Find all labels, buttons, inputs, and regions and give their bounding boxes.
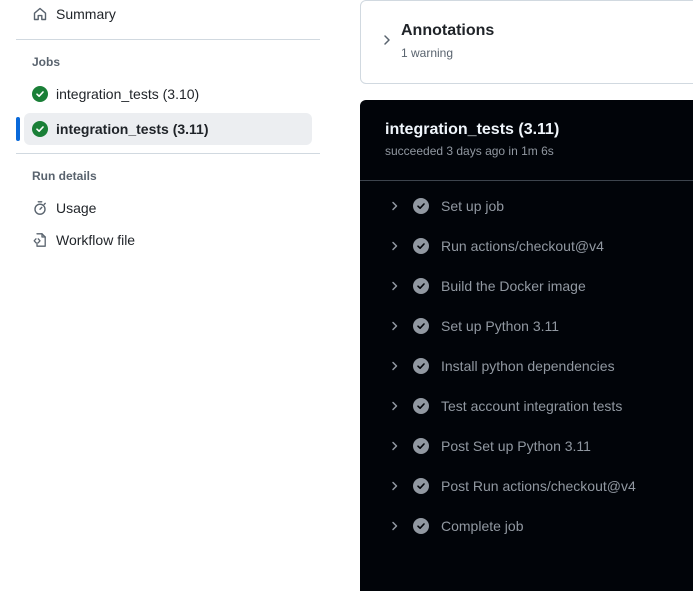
step-label: Run actions/checkout@v4 — [441, 238, 604, 254]
job-step[interactable]: Complete job — [376, 510, 686, 542]
job-label: integration_tests (3.10) — [56, 86, 200, 102]
job-step[interactable]: Post Run actions/checkout@v4 — [376, 470, 686, 502]
step-label: Set up job — [441, 198, 505, 214]
sidebar-item-label: Workflow file — [56, 232, 136, 248]
job-step[interactable]: Install python dependencies — [376, 350, 686, 382]
chevron-right-icon — [388, 439, 402, 453]
step-success-icon — [413, 198, 429, 214]
home-icon — [32, 6, 48, 22]
chevron-right-icon — [388, 199, 402, 213]
step-success-icon — [413, 238, 429, 254]
step-success-icon — [413, 478, 429, 494]
step-success-icon — [413, 438, 429, 454]
sidebar-job-item[interactable]: integration_tests (3.10) — [24, 78, 312, 110]
step-label: Set up Python 3.11 — [441, 318, 560, 334]
selected-indicator — [16, 117, 20, 141]
sidebar-item-workflow-file[interactable]: Workflow file — [24, 224, 312, 256]
panel-divider — [360, 180, 693, 181]
run-details-heading: Run details — [32, 169, 97, 183]
step-label: Complete job — [441, 518, 524, 534]
success-check-icon — [32, 86, 48, 102]
file-code-icon — [32, 232, 48, 248]
step-label: Post Run actions/checkout@v4 — [441, 478, 636, 494]
chevron-right-icon — [388, 519, 402, 533]
chevron-right-icon — [388, 359, 402, 373]
jobs-heading: Jobs — [32, 55, 61, 69]
chevron-right-icon — [388, 319, 402, 333]
chevron-right-icon — [388, 399, 402, 413]
step-success-icon — [413, 518, 429, 534]
chevron-right-icon — [388, 239, 402, 253]
chevron-right-icon — [381, 33, 393, 47]
sidebar-divider — [16, 39, 320, 40]
step-success-icon — [413, 278, 429, 294]
sidebar-item-usage[interactable]: Usage — [24, 192, 312, 224]
job-meta: succeeded 3 days ago in 1m 6s — [385, 144, 554, 158]
success-check-icon — [32, 121, 48, 137]
job-step[interactable]: Post Set up Python 3.11 — [376, 430, 686, 462]
step-label: Test account integration tests — [441, 398, 623, 414]
sidebar-job-item-selected[interactable]: integration_tests (3.11) — [24, 113, 312, 145]
step-label: Post Set up Python 3.11 — [441, 438, 591, 454]
step-success-icon — [413, 398, 429, 414]
sidebar-item-label: Usage — [56, 200, 97, 216]
stopwatch-icon — [32, 200, 48, 216]
sidebar-item-summary[interactable]: Summary — [24, 0, 312, 30]
step-success-icon — [413, 358, 429, 374]
sidebar-divider — [16, 153, 320, 154]
step-label: Build the Docker image — [441, 278, 586, 294]
sidebar: Summary Jobs integration_tests (3.10) in… — [0, 0, 336, 591]
job-step[interactable]: Build the Docker image — [376, 270, 686, 302]
sidebar-item-label: Summary — [56, 6, 116, 22]
job-step[interactable]: Set up job — [376, 190, 686, 222]
step-label: Install python dependencies — [441, 358, 615, 374]
job-log-panel: integration_tests (3.11) succeeded 3 day… — [360, 100, 693, 591]
annotations-subtitle: 1 warning — [401, 46, 454, 60]
job-label: integration_tests (3.11) — [56, 121, 209, 137]
job-step[interactable]: Run actions/checkout@v4 — [376, 230, 686, 262]
annotations-title: Annotations — [401, 22, 495, 39]
job-step[interactable]: Test account integration tests — [376, 390, 686, 422]
annotations-card[interactable]: Annotations 1 warning — [360, 0, 693, 84]
job-step[interactable]: Set up Python 3.11 — [376, 310, 686, 342]
step-success-icon — [413, 318, 429, 334]
chevron-right-icon — [388, 479, 402, 493]
job-title: integration_tests (3.11) — [385, 121, 560, 138]
chevron-right-icon — [388, 279, 402, 293]
